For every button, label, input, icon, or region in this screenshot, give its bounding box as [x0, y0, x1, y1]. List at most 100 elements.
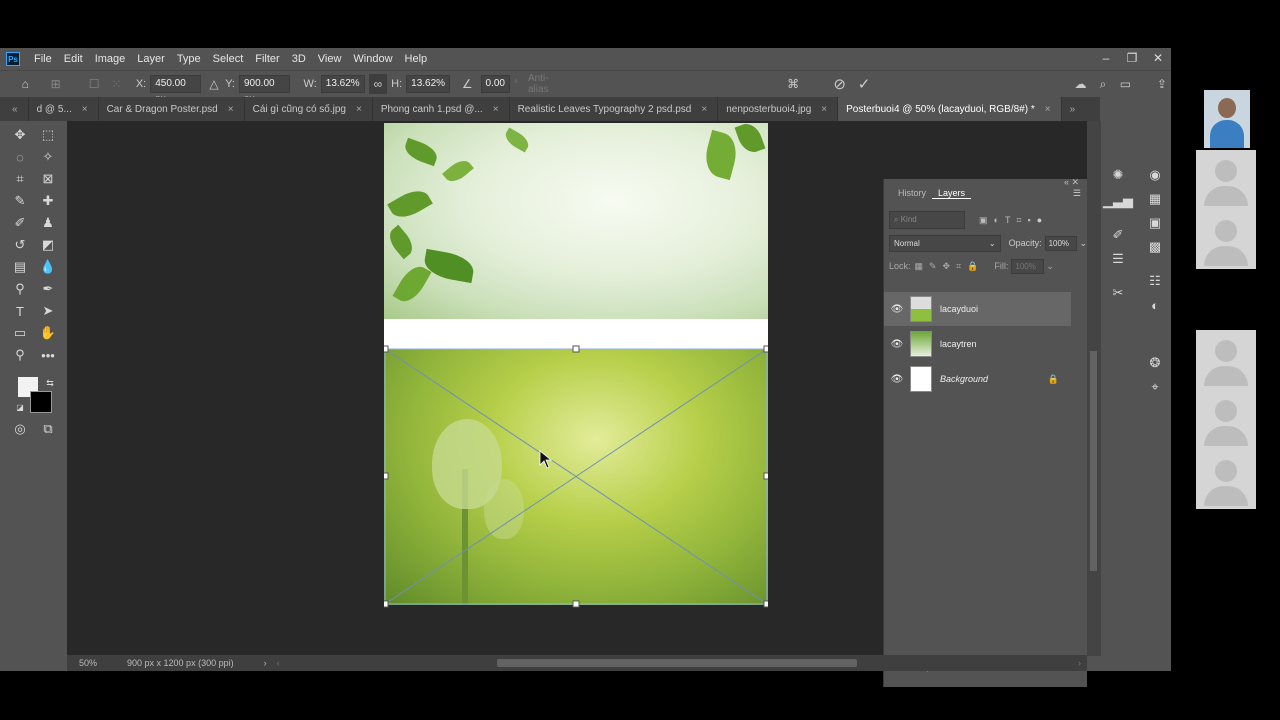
properties-icon[interactable]: ☰ [1108, 249, 1128, 269]
menu-layer[interactable]: Layer [131, 53, 171, 65]
menu-file[interactable]: File [28, 53, 58, 65]
tab-close-icon[interactable]: × [228, 104, 234, 115]
document-info[interactable]: 900 px x 1200 px (300 ppi) [127, 658, 234, 668]
tools-icon[interactable]: ✂ [1108, 283, 1128, 303]
delta-icon[interactable]: △ [205, 74, 223, 94]
lasso-tool-icon[interactable]: ◌ [10, 147, 30, 167]
swatches-icon[interactable]: ▦ [1145, 189, 1165, 209]
tab-history[interactable]: History [892, 188, 932, 198]
move-tool-icon[interactable]: ✥ [10, 125, 30, 145]
tab-doc-active[interactable]: Posterbuoi4 @ 50% (lacayduoi, RGB/8#) * × [838, 97, 1062, 121]
menu-select[interactable]: Select [207, 53, 250, 65]
gradient-tool-icon[interactable]: ▤ [10, 257, 30, 277]
width-input[interactable]: 13.62% [320, 75, 365, 93]
tab-doc-4[interactable]: Phong canh 1.psd @... × [373, 97, 510, 121]
home-icon[interactable]: ⌂ [16, 74, 34, 94]
pen-tool-icon[interactable]: ✒ [38, 279, 58, 299]
antialias-checkbox-label[interactable]: Anti-alias [528, 73, 566, 95]
reference-point-icon[interactable]: ⁙ [107, 74, 125, 94]
adjustment-sliders-icon[interactable]: ☷ [1145, 271, 1165, 291]
layer-row-lacaytren[interactable]: 👁 lacaytren [884, 327, 1071, 361]
tab-close-icon[interactable]: × [1045, 104, 1051, 115]
warp-icon[interactable]: ⌘ [784, 74, 802, 94]
brush-settings-icon[interactable]: ✐ [1108, 225, 1128, 245]
transform-tool-icon[interactable]: ⊞ [46, 74, 64, 94]
zoom-level[interactable]: 50% [79, 658, 97, 668]
filter-toggle-icon[interactable]: ● [1037, 215, 1042, 225]
link-icon[interactable]: ∞ [368, 74, 388, 94]
workspace-icon[interactable]: ▭ [1116, 74, 1134, 94]
eyedropper-tool-icon[interactable]: ✎ [10, 191, 30, 211]
panel-collapse-close-icon[interactable]: « ✕ [1064, 177, 1079, 188]
healing-brush-tool-icon[interactable]: ✚ [38, 191, 58, 211]
opacity-input[interactable]: 100% [1044, 235, 1078, 251]
menu-filter[interactable]: Filter [249, 53, 285, 65]
path-selection-tool-icon[interactable]: ➤ [38, 301, 58, 321]
visibility-eye-icon[interactable]: 👁 [884, 304, 910, 315]
quick-mask-icon[interactable]: ◎ [10, 419, 30, 439]
angle-input[interactable]: 0.00 [480, 75, 510, 93]
close-icon[interactable]: ✕ [1145, 48, 1171, 70]
tab-close-icon[interactable]: × [821, 104, 827, 115]
patterns-icon[interactable]: ▩ [1145, 237, 1165, 257]
channels-icon[interactable]: ❂ [1145, 353, 1165, 373]
search-icon[interactable]: ⌕ [1094, 74, 1112, 94]
blur-tool-icon[interactable]: 💧 [38, 257, 58, 277]
tab-close-icon[interactable]: × [356, 104, 362, 115]
y-input[interactable]: 900.00 px [239, 75, 290, 105]
fill-dropdown-icon[interactable]: ⌄ [1046, 261, 1054, 272]
layer-row-background[interactable]: 👁 Background 🔒 [884, 362, 1071, 396]
history-brush-tool-icon[interactable]: ↺ [10, 235, 30, 255]
kind-filter-select[interactable]: ⌕ Kind [889, 211, 965, 229]
tab-close-icon[interactable]: × [493, 104, 499, 115]
visibility-eye-icon[interactable]: 👁 [884, 374, 910, 385]
scroll-left-icon[interactable]: ‹ [277, 658, 280, 668]
share-icon[interactable]: ⇪ [1153, 74, 1171, 94]
tab-doc-3[interactable]: Cái gì cũng có số.jpg × [245, 97, 373, 121]
background-color-swatch[interactable] [30, 391, 52, 413]
scroll-right-icon[interactable]: › [1078, 658, 1081, 668]
menu-help[interactable]: Help [399, 53, 434, 65]
menu-window[interactable]: Window [347, 53, 398, 65]
visibility-eye-icon[interactable]: 👁 [884, 339, 910, 350]
gradients-icon[interactable]: ▣ [1145, 213, 1165, 233]
histogram-icon[interactable]: ▁▃▅ [1103, 191, 1133, 211]
color-icon[interactable]: ◉ [1145, 165, 1165, 185]
document-canvas[interactable] [384, 123, 768, 655]
swap-colors-icon[interactable]: ⇆ [40, 373, 60, 393]
adjustments-icon[interactable]: ✺ [1108, 165, 1128, 185]
blend-mode-select[interactable]: Normal ⌄ [889, 234, 1001, 252]
menu-view[interactable]: View [312, 53, 348, 65]
minimize-icon[interactable]: – [1093, 48, 1119, 70]
screen-mode-icon[interactable]: ⧉ [38, 419, 58, 439]
reference-point-toggle-icon[interactable]: ☐ [85, 74, 103, 94]
tabs-scroll-left-icon[interactable]: « [0, 97, 29, 121]
magic-wand-tool-icon[interactable]: ✧ [38, 147, 58, 167]
layer-row-lacayduoi[interactable]: 👁 lacayduoi [884, 292, 1071, 326]
tab-layers[interactable]: Layers [932, 188, 972, 199]
tab-doc-5[interactable]: Realistic Leaves Typography 2 psd.psd × [510, 97, 719, 121]
vertical-scrollbar[interactable] [1087, 121, 1101, 656]
more-tools-icon[interactable]: ••• [38, 345, 58, 365]
styles-icon[interactable]: ◐ [1145, 295, 1165, 315]
cloud-icon[interactable]: ☁ [1071, 74, 1089, 94]
transform-overlay[interactable] [384, 123, 768, 655]
tabs-overflow-icon[interactable]: » [1062, 97, 1086, 121]
type-tool-icon[interactable]: T [10, 301, 30, 321]
status-expand-icon[interactable]: › [264, 658, 267, 668]
frame-tool-icon[interactable]: ⊠ [38, 169, 58, 189]
tab-doc-1[interactable]: d @ 5... × [29, 97, 99, 121]
rectangle-tool-icon[interactable]: ▭ [10, 323, 30, 343]
tab-close-icon[interactable]: × [82, 104, 88, 115]
lock-options-icons[interactable]: ▦✎✥⌗🔒 [915, 261, 985, 272]
hand-tool-icon[interactable]: ✋ [38, 323, 58, 343]
commit-transform-icon[interactable]: ✓ [855, 74, 873, 94]
tab-doc-6[interactable]: nenposterbuoi4.jpg × [718, 97, 839, 121]
paths-icon[interactable]: ⌖ [1145, 377, 1165, 397]
zoom-tool-icon[interactable]: ⚲ [10, 345, 30, 365]
eraser-tool-icon[interactable]: ◩ [38, 235, 58, 255]
stamp-tool-icon[interactable]: ♟ [38, 213, 58, 233]
marquee-tool-icon[interactable]: ⬚ [38, 125, 58, 145]
menu-image[interactable]: Image [89, 53, 132, 65]
dodge-tool-icon[interactable]: ⚲ [10, 279, 30, 299]
